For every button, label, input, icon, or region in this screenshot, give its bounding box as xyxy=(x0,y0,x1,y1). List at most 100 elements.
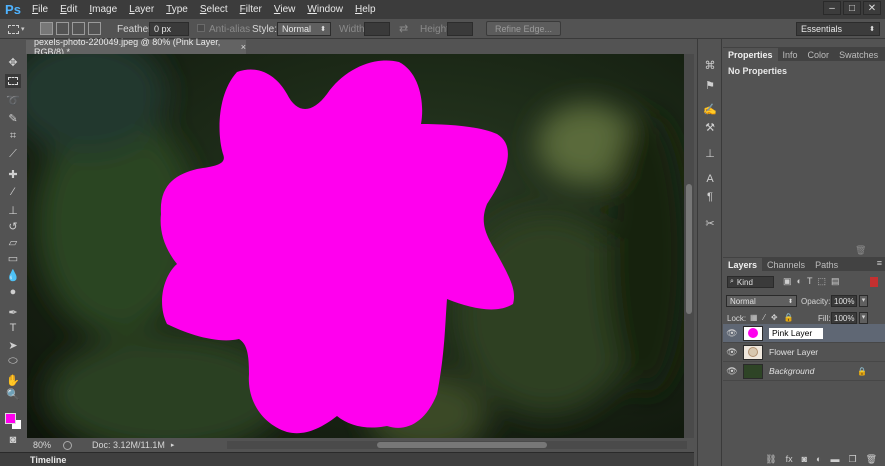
visibility-eye-icon[interactable]: 👁 xyxy=(723,328,741,339)
vertical-scrollbar[interactable] xyxy=(684,54,694,438)
maximize-button[interactable]: □ xyxy=(843,1,861,15)
character-panel-icon[interactable]: A xyxy=(702,171,718,187)
horizontal-scroll-thumb[interactable] xyxy=(377,442,547,448)
tools-panel-icon[interactable]: ✂ xyxy=(702,215,718,231)
menu-type[interactable]: Type xyxy=(160,4,194,15)
menu-edit[interactable]: Edit xyxy=(54,4,83,15)
quick-select-tool-icon[interactable]: ✎ xyxy=(5,111,21,125)
timeline-panel-tab[interactable]: Timeline xyxy=(0,452,694,466)
close-document-icon[interactable]: × xyxy=(241,42,246,52)
horizontal-scrollbar[interactable] xyxy=(227,441,687,449)
filter-shape-icon[interactable]: ⬚ xyxy=(817,276,826,287)
fx-icon[interactable]: fx xyxy=(786,454,793,464)
path-selection-tool-icon[interactable]: ➤ xyxy=(5,338,21,352)
status-info-icon[interactable] xyxy=(63,440,73,450)
fill-input[interactable]: 100% xyxy=(831,312,857,324)
lasso-tool-icon[interactable]: ➰ xyxy=(5,93,21,107)
add-selection-icon[interactable] xyxy=(56,22,69,35)
new-selection-icon[interactable] xyxy=(40,22,53,35)
lock-position-icon[interactable]: ✥ xyxy=(771,313,778,322)
foreground-color-swatch[interactable] xyxy=(5,413,16,424)
history-panel-icon[interactable]: ⌘ xyxy=(702,57,718,73)
actions-panel-icon[interactable]: ⚑ xyxy=(702,77,718,93)
layer-name-input[interactable]: Pink Layer xyxy=(769,327,823,339)
filter-type-icon[interactable]: T xyxy=(807,276,813,287)
fill-dropdown-icon[interactable]: ▾ xyxy=(859,312,868,324)
tool-presets-icon[interactable]: ⚒ xyxy=(702,119,718,135)
workspace-select[interactable]: Essentials ⬍ xyxy=(796,22,880,36)
layer-row-pink[interactable]: 👁 Pink Layer xyxy=(723,324,885,343)
menu-window[interactable]: Window xyxy=(301,4,349,15)
lock-pixels-icon[interactable]: ⁄ xyxy=(764,313,765,322)
document-tab[interactable]: pexels-photo-220049.jpeg @ 80% (Pink Lay… xyxy=(26,37,246,57)
clone-stamp-tool-icon[interactable]: ⊥ xyxy=(5,203,21,217)
filter-toggle-icon[interactable] xyxy=(870,277,878,287)
height-input[interactable] xyxy=(447,22,473,36)
menu-filter[interactable]: Filter xyxy=(234,4,268,15)
tab-color[interactable]: Color xyxy=(803,48,835,61)
adjustment-layer-icon[interactable]: ◐ xyxy=(816,454,821,464)
quick-mask-icon[interactable]: ◙ xyxy=(5,433,21,447)
feather-input[interactable]: 0 px xyxy=(149,22,189,36)
tab-info[interactable]: Info xyxy=(778,48,803,61)
zoom-tool-icon[interactable]: 🔍 xyxy=(5,387,21,401)
visibility-eye-icon[interactable]: 👁 xyxy=(723,347,741,358)
status-arrow-icon[interactable]: ▸ xyxy=(171,441,175,449)
layer-row-flower[interactable]: 👁 Flower Layer xyxy=(723,343,885,362)
document-canvas[interactable] xyxy=(27,54,684,438)
menu-layer[interactable]: Layer xyxy=(123,4,160,15)
brush-tool-icon[interactable]: ⁄ xyxy=(5,185,21,199)
brush-panel-icon[interactable]: ✍ xyxy=(702,101,718,117)
eraser-tool-icon[interactable]: ▱ xyxy=(5,235,21,249)
menu-file[interactable]: File xyxy=(26,4,54,15)
blur-tool-icon[interactable]: 💧 xyxy=(5,268,21,282)
crop-tool-icon[interactable]: ⌗ xyxy=(5,129,21,143)
properties-trash-icon[interactable]: 🗑 xyxy=(855,245,866,256)
move-tool-icon[interactable]: ✥ xyxy=(5,55,21,69)
tab-properties[interactable]: Properties xyxy=(723,48,778,61)
subtract-selection-icon[interactable] xyxy=(72,22,85,35)
minimize-button[interactable]: – xyxy=(823,1,841,15)
type-tool-icon[interactable]: T xyxy=(5,321,21,335)
close-window-button[interactable]: ✕ xyxy=(863,1,881,15)
new-group-icon[interactable]: ▬ xyxy=(830,454,839,464)
filter-smart-object-icon[interactable]: ▤ xyxy=(831,276,840,287)
filter-adjustment-icon[interactable]: ◐ xyxy=(797,276,802,287)
new-layer-icon[interactable]: ❐ xyxy=(848,454,856,465)
dodge-tool-icon[interactable]: ● xyxy=(5,285,21,299)
hand-tool-icon[interactable]: ✋ xyxy=(5,373,21,387)
tab-swatches[interactable]: Swatches xyxy=(834,48,883,61)
tab-channels[interactable]: Channels xyxy=(762,258,810,271)
width-input[interactable] xyxy=(364,22,390,36)
antialias-checkbox[interactable] xyxy=(197,24,205,32)
shape-tool-icon[interactable]: ⬭ xyxy=(5,354,21,368)
paragraph-panel-icon[interactable]: ¶ xyxy=(702,189,718,205)
zoom-level[interactable]: 80% xyxy=(33,440,51,450)
menu-view[interactable]: View xyxy=(268,4,302,15)
add-mask-icon[interactable]: ◙ xyxy=(802,454,807,464)
visibility-eye-icon[interactable]: 👁 xyxy=(723,366,741,377)
menu-help[interactable]: Help xyxy=(349,4,382,15)
vertical-scroll-thumb[interactable] xyxy=(686,184,692,314)
marquee-tool-icon[interactable] xyxy=(5,74,21,88)
panel-menu-icon[interactable]: ≡ xyxy=(877,258,882,268)
blend-mode-select[interactable]: Normal ⬍ xyxy=(726,295,797,307)
link-layers-icon[interactable]: ⛓ xyxy=(765,454,776,465)
layer-filter-kind-select[interactable]: ⌕ Kind xyxy=(727,276,774,288)
tab-layers[interactable]: Layers xyxy=(723,258,763,271)
layer-row-background[interactable]: 👁 Background 🔒 xyxy=(723,362,885,381)
delete-layer-icon[interactable]: 🗑 xyxy=(866,454,877,465)
pen-tool-icon[interactable]: ✒ xyxy=(5,305,21,319)
tab-paths[interactable]: Paths xyxy=(810,258,843,271)
style-select[interactable]: Normal ⬍ xyxy=(277,22,331,36)
opacity-dropdown-icon[interactable]: ▾ xyxy=(859,295,868,307)
tool-preset-picker[interactable]: ▾ xyxy=(8,22,30,36)
lock-all-icon[interactable]: 🔒 xyxy=(784,313,794,322)
refine-edge-button[interactable]: Refine Edge... xyxy=(486,21,562,36)
healing-brush-tool-icon[interactable]: ✚ xyxy=(5,167,21,181)
menu-image[interactable]: Image xyxy=(83,4,123,15)
clone-source-icon[interactable]: ⊥ xyxy=(702,145,718,161)
history-brush-tool-icon[interactable]: ↺ xyxy=(5,219,21,233)
swap-icon[interactable]: ⇄ xyxy=(399,22,408,35)
opacity-input[interactable]: 100% xyxy=(831,295,857,307)
